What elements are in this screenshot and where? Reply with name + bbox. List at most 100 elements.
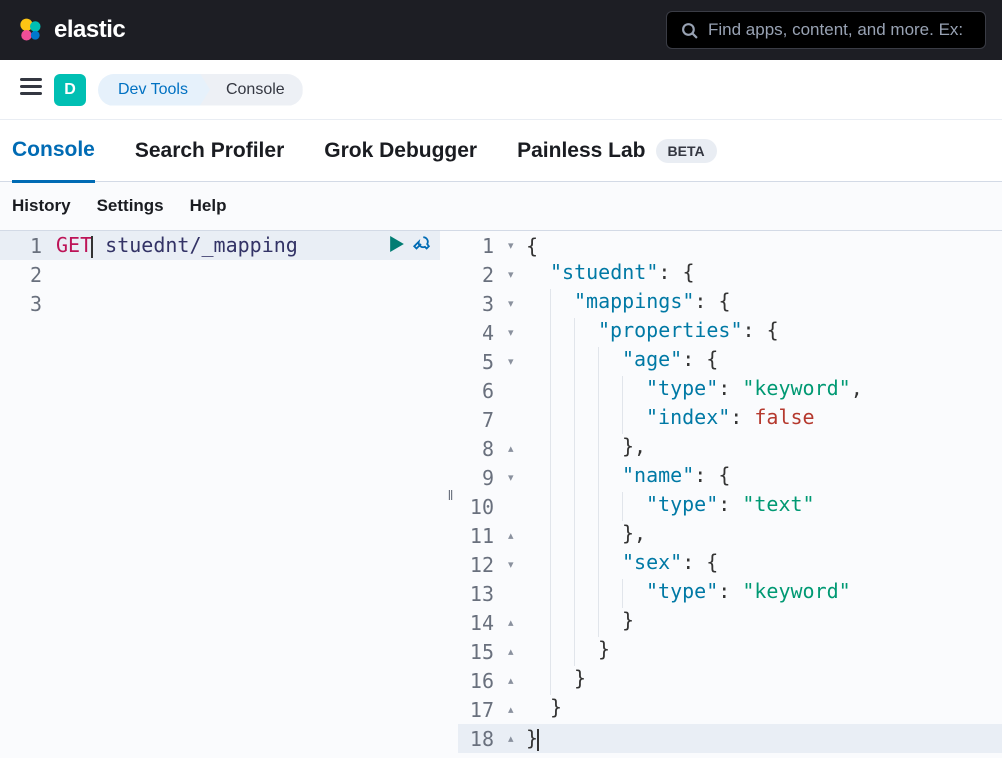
line-content: { xyxy=(526,234,538,258)
line-content: "type": "keyword" xyxy=(526,579,851,608)
line-content: } xyxy=(526,637,610,666)
tab-search-profiler[interactable]: Search Profiler xyxy=(135,121,284,181)
line-number: 16 xyxy=(458,669,508,693)
fold-toggle[interactable]: ▾ xyxy=(508,268,526,281)
nav-toggle-button[interactable] xyxy=(20,78,42,101)
editor-region: 1GET stuednt/_mapping23 ‖ 1▾{2▾"stuednt"… xyxy=(0,230,1002,758)
line-content: "type": "keyword", xyxy=(526,376,863,405)
line-content: } xyxy=(526,726,539,751)
line-number: 6 xyxy=(458,379,508,403)
line-content: "age": { xyxy=(526,347,718,376)
line-number: 3 xyxy=(0,292,56,316)
send-request-button[interactable] xyxy=(390,236,404,257)
logo-text: elastic xyxy=(54,16,125,44)
fold-toggle[interactable]: ▾ xyxy=(508,297,526,310)
breadcrumb: Dev Tools Console xyxy=(98,74,303,106)
editor-line[interactable]: 1GET stuednt/_mapping xyxy=(0,231,440,260)
fold-toggle[interactable]: ▴ xyxy=(508,732,526,745)
response-line: 18▴} xyxy=(458,724,1002,753)
response-line: 14▴} xyxy=(458,608,1002,637)
tab-console[interactable]: Console xyxy=(12,120,95,183)
line-number: 5 xyxy=(458,350,508,374)
fold-toggle[interactable]: ▴ xyxy=(508,529,526,542)
line-number: 2 xyxy=(458,263,508,287)
line-number: 17 xyxy=(458,698,508,722)
fold-toggle[interactable]: ▾ xyxy=(508,355,526,368)
response-line: 15▴} xyxy=(458,637,1002,666)
line-number: 4 xyxy=(458,321,508,345)
request-actions xyxy=(390,235,430,258)
line-content: }, xyxy=(526,521,646,550)
breadcrumb-devtools[interactable]: Dev Tools xyxy=(98,74,212,106)
fold-toggle[interactable]: ▾ xyxy=(508,471,526,484)
line-number: 13 xyxy=(458,582,508,606)
line-content: "properties": { xyxy=(526,318,779,347)
tab-painless-lab[interactable]: Painless Lab BETA xyxy=(517,121,716,181)
response-line: 6 "type": "keyword", xyxy=(458,376,1002,405)
subnav-help[interactable]: Help xyxy=(190,196,227,216)
response-line: 11▴}, xyxy=(458,521,1002,550)
editor-line[interactable]: 3 xyxy=(0,289,440,318)
console-subnav: History Settings Help xyxy=(0,182,1002,230)
response-line: 9▾"name": { xyxy=(458,463,1002,492)
line-content: "type": "text" xyxy=(526,492,815,521)
response-line: 17▴} xyxy=(458,695,1002,724)
response-line: 13 "type": "keyword" xyxy=(458,579,1002,608)
line-number: 18 xyxy=(458,727,508,751)
wrench-icon xyxy=(412,235,430,253)
space-selector[interactable]: D xyxy=(54,74,86,106)
breadcrumb-console[interactable]: Console xyxy=(200,74,303,106)
breadcrumb-bar: D Dev Tools Console xyxy=(0,60,1002,120)
response-line: 10 "type": "text" xyxy=(458,492,1002,521)
response-line: 4▾"properties": { xyxy=(458,318,1002,347)
fold-toggle[interactable]: ▴ xyxy=(508,645,526,658)
pane-resize-handle[interactable]: ‖ xyxy=(440,231,458,758)
fold-toggle[interactable]: ▾ xyxy=(508,558,526,571)
line-content: } xyxy=(526,608,634,637)
global-header: elastic Find apps, content, and more. Ex… xyxy=(0,0,1002,60)
line-content: "index": false xyxy=(526,405,815,434)
line-number: 8 xyxy=(458,437,508,461)
line-number: 11 xyxy=(458,524,508,548)
fold-toggle[interactable]: ▴ xyxy=(508,442,526,455)
response-line: 12▾"sex": { xyxy=(458,550,1002,579)
line-content: "sex": { xyxy=(526,550,718,579)
fold-toggle[interactable]: ▴ xyxy=(508,703,526,716)
play-icon xyxy=(390,236,404,252)
fold-toggle[interactable]: ▴ xyxy=(508,674,526,687)
fold-toggle[interactable]: ▾ xyxy=(508,326,526,339)
line-number: 1 xyxy=(458,234,508,258)
line-content: "name": { xyxy=(526,463,730,492)
request-editor[interactable]: 1GET stuednt/_mapping 2 3 xyxy=(0,231,440,758)
line-number: 15 xyxy=(458,640,508,664)
request-options-button[interactable] xyxy=(412,235,430,258)
line-content: "mappings": { xyxy=(526,289,731,318)
fold-toggle[interactable]: ▾ xyxy=(508,239,526,252)
editor-line[interactable]: 2 xyxy=(0,260,440,289)
line-number: 14 xyxy=(458,611,508,635)
search-icon xyxy=(681,22,698,39)
line-content: } xyxy=(526,666,586,695)
devtools-tabs: Console Search Profiler Grok Debugger Pa… xyxy=(0,120,1002,182)
line-number: 7 xyxy=(458,408,508,432)
subnav-history[interactable]: History xyxy=(12,196,71,216)
global-search-input[interactable]: Find apps, content, and more. Ex: xyxy=(666,11,986,49)
subnav-settings[interactable]: Settings xyxy=(97,196,164,216)
fold-toggle[interactable]: ▴ xyxy=(508,616,526,629)
hamburger-icon xyxy=(20,78,42,96)
line-content: "stuednt": { xyxy=(526,260,695,289)
response-line: 7 "index": false xyxy=(458,405,1002,434)
line-number: 2 xyxy=(0,263,56,287)
line-number: 1 xyxy=(0,234,56,258)
logo[interactable]: elastic xyxy=(16,16,125,44)
grip-icon: ‖ xyxy=(448,487,451,503)
response-line: 8▴}, xyxy=(458,434,1002,463)
line-number: 9 xyxy=(458,466,508,490)
response-viewer[interactable]: 1▾{2▾"stuednt": {3▾"mappings": {4▾"prope… xyxy=(458,231,1002,758)
beta-badge: BETA xyxy=(656,139,717,163)
line-content: }, xyxy=(526,434,646,463)
tab-grok-debugger[interactable]: Grok Debugger xyxy=(324,121,477,181)
response-line: 1▾{ xyxy=(458,231,1002,260)
line-number: 3 xyxy=(458,292,508,316)
line-number: 10 xyxy=(458,495,508,519)
